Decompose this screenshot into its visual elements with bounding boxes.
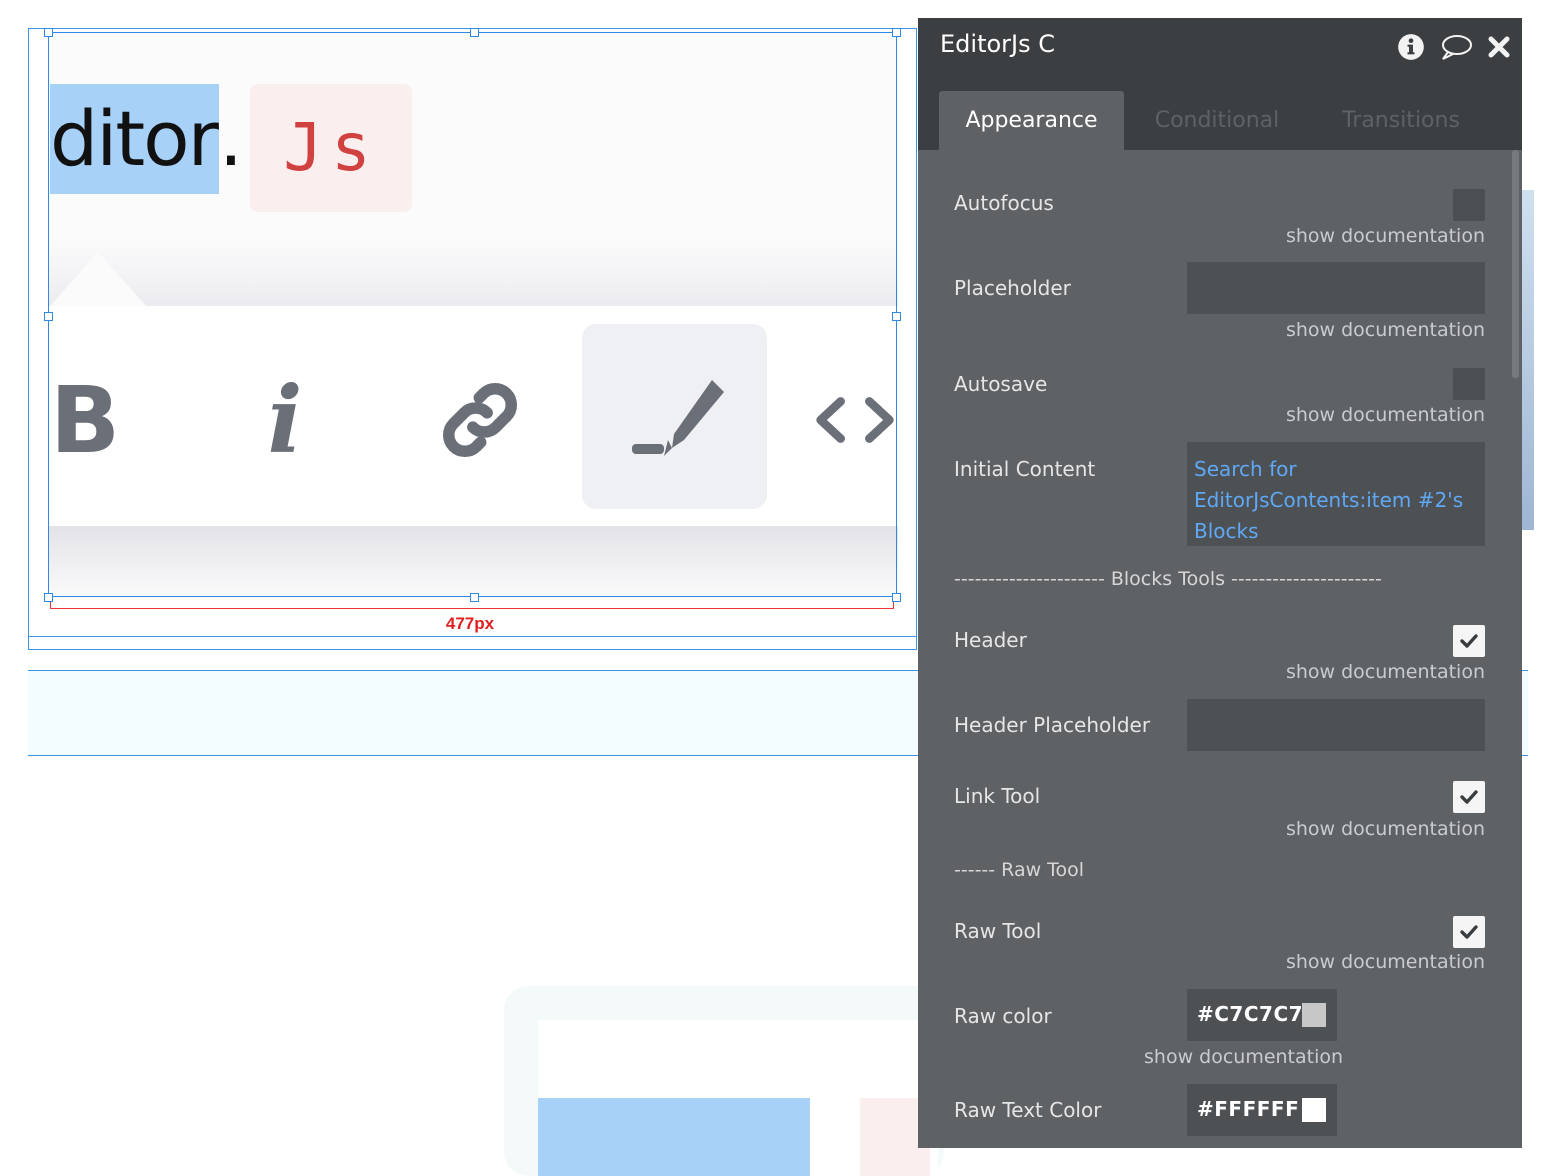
check-icon <box>1460 925 1478 939</box>
raw-text-color-label: Raw Text Color <box>954 1098 1102 1122</box>
header-placeholder-label: Header Placeholder <box>954 713 1151 737</box>
editor-canvas[interactable]: ditor. Js B i 477px <box>0 0 1528 1176</box>
comment-button[interactable] <box>1438 30 1474 64</box>
link-tool-doc-link[interactable]: show documentation <box>1286 818 1485 840</box>
placeholder-input[interactable] <box>1187 262 1485 314</box>
selection-box[interactable] <box>48 32 897 597</box>
raw-color-value: #C7C7C7 <box>1197 1002 1304 1026</box>
close-button[interactable] <box>1484 30 1514 64</box>
raw-text-color-swatch[interactable] <box>1302 1098 1326 1122</box>
dimension-tick-right <box>893 602 894 609</box>
raw-color-doc-link[interactable]: show documentation <box>1144 1046 1343 1068</box>
check-icon <box>1460 790 1478 804</box>
initial-content-label: Initial Content <box>954 457 1096 481</box>
width-dimension-line <box>50 608 894 609</box>
tab-conditional[interactable]: Conditional <box>1132 91 1302 150</box>
tab-appearance[interactable]: Appearance <box>939 91 1124 150</box>
width-dimension-label: 477px <box>445 614 495 633</box>
autosave-checkbox[interactable] <box>1453 368 1485 400</box>
resize-handle-ne[interactable] <box>892 28 901 37</box>
placeholder-doc-link[interactable]: show documentation <box>1286 319 1485 341</box>
panel-title: EditorJs C <box>940 30 1055 58</box>
group-outline-bottom <box>28 636 917 651</box>
link-tool-checkbox[interactable] <box>1453 781 1485 813</box>
raw-text-color-picker[interactable]: #FFFFFF <box>1187 1084 1337 1136</box>
tab-transitions[interactable]: Transitions <box>1316 91 1486 150</box>
resize-handle-sw[interactable] <box>44 593 53 602</box>
autosave-doc-link[interactable]: show documentation <box>1286 404 1485 426</box>
autosave-label: Autosave <box>954 372 1048 396</box>
header-label: Header <box>954 628 1027 652</box>
resize-handle-s[interactable] <box>470 593 479 602</box>
right-edge-element <box>1520 190 1534 530</box>
raw-tool-doc-link[interactable]: show documentation <box>1286 951 1485 973</box>
resize-handle-w[interactable] <box>44 312 53 321</box>
panel-scrollbar[interactable] <box>1512 150 1519 378</box>
blocks-tools-separator: ---------------------- Blocks Tools ----… <box>954 568 1382 590</box>
raw-tool-label: Raw Tool <box>954 919 1042 943</box>
resize-handle-nw[interactable] <box>44 28 53 37</box>
resize-handle-e[interactable] <box>892 312 901 321</box>
property-editor-panel: EditorJs C Appearance Conditional Transi… <box>918 18 1522 1148</box>
comment-icon <box>1442 35 1472 60</box>
link-tool-label: Link Tool <box>954 784 1041 808</box>
raw-color-picker[interactable]: #C7C7C7 <box>1187 989 1337 1041</box>
initial-content-expression[interactable]: Search for EditorJsContents:item #2's Bl… <box>1194 454 1484 547</box>
raw-color-label: Raw color <box>954 1004 1052 1028</box>
check-icon <box>1460 634 1478 648</box>
second-element-selection <box>538 1098 810 1176</box>
autofocus-label: Autofocus <box>954 191 1054 215</box>
close-icon <box>1488 36 1510 58</box>
raw-color-swatch[interactable] <box>1302 1003 1326 1027</box>
resize-handle-n[interactable] <box>470 28 479 37</box>
info-button[interactable] <box>1396 30 1426 64</box>
raw-text-color-value: #FFFFFF <box>1197 1097 1300 1121</box>
placeholder-label: Placeholder <box>954 276 1071 300</box>
raw-tool-separator: ------ Raw Tool <box>954 859 1085 881</box>
autofocus-doc-link[interactable]: show documentation <box>1286 225 1485 247</box>
header-checkbox[interactable] <box>1453 625 1485 657</box>
autofocus-checkbox[interactable] <box>1453 189 1485 221</box>
info-icon <box>1398 34 1424 60</box>
header-doc-link[interactable]: show documentation <box>1286 661 1485 683</box>
raw-tool-checkbox[interactable] <box>1453 916 1485 948</box>
header-placeholder-input[interactable] <box>1187 699 1485 751</box>
resize-handle-se[interactable] <box>892 593 901 602</box>
